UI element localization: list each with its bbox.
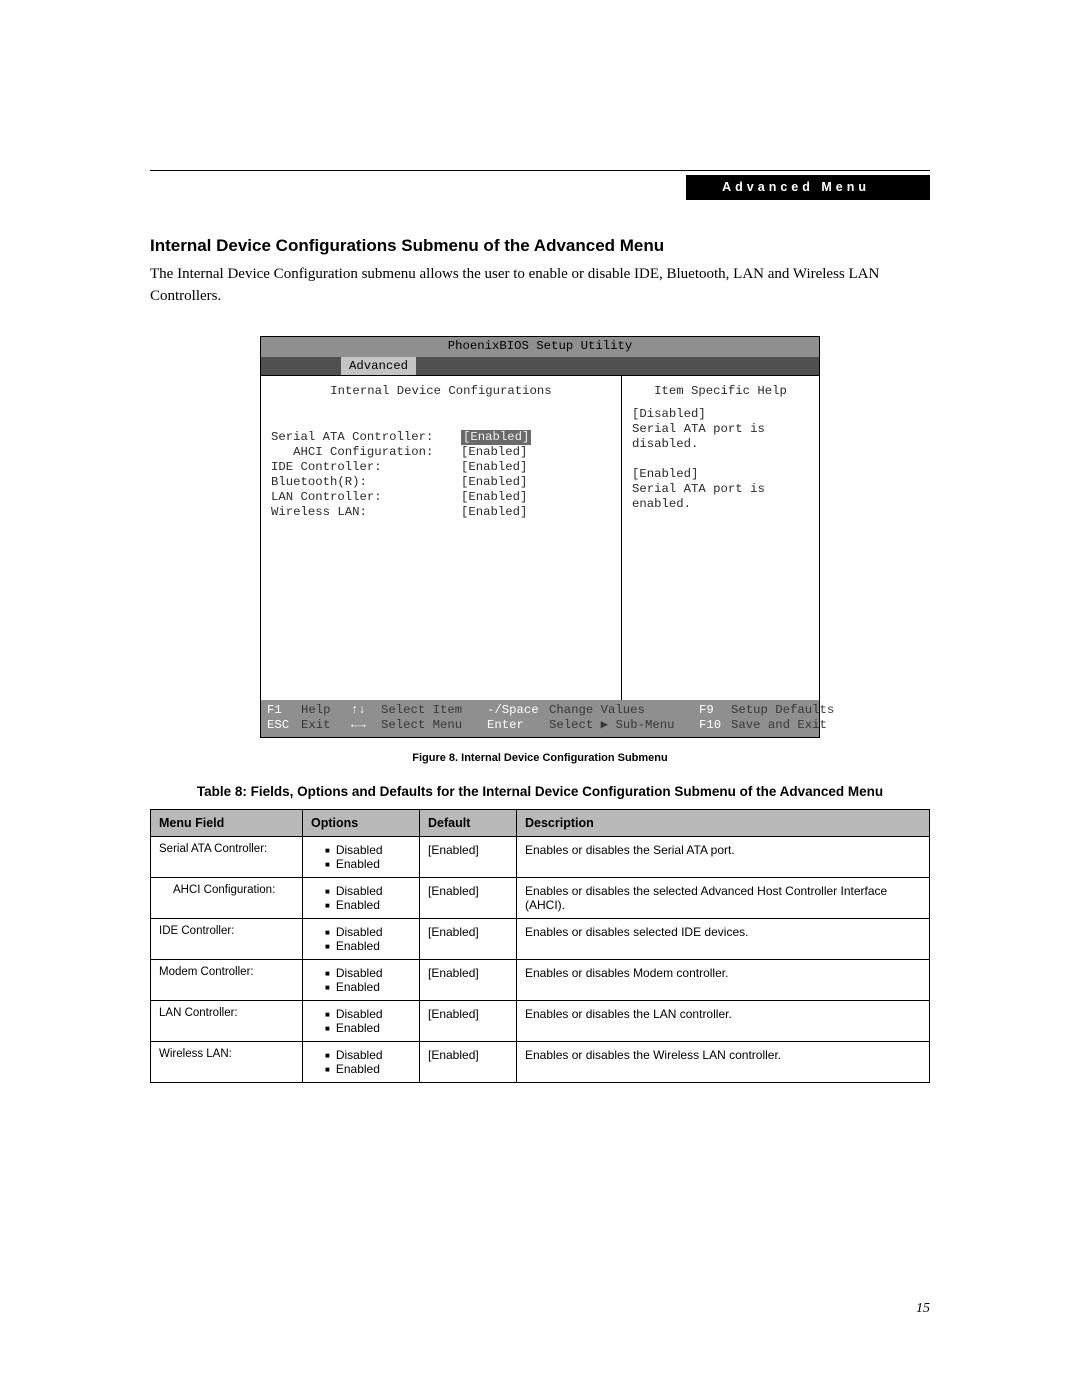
option-item: Enabled: [325, 898, 411, 912]
cell-options: DisabledEnabled: [303, 1041, 420, 1082]
bios-field-line: Wireless LAN:[Enabled]: [271, 505, 611, 520]
table-caption: Table 8: Fields, Options and Defaults fo…: [150, 784, 930, 799]
cell-default: [Enabled]: [420, 1000, 517, 1041]
intro-paragraph: The Internal Device Configuration submen…: [150, 264, 930, 308]
bios-field-line: Bluetooth(R):[Enabled]: [271, 475, 611, 490]
bios-key-esc: ESC: [267, 718, 301, 733]
table-row: Serial ATA Controller:DisabledEnabled[En…: [151, 836, 930, 877]
bios-title: PhoenixBIOS Setup Utility: [261, 337, 819, 357]
bios-field-line: Serial ATA Controller:[Enabled]: [271, 430, 611, 445]
cell-default: [Enabled]: [420, 836, 517, 877]
cell-description: Enables or disables Modem controller.: [517, 959, 930, 1000]
figure-caption: Figure 8. Internal Device Configuration …: [150, 752, 930, 764]
section-bar: Advanced Menu: [686, 175, 930, 200]
option-item: Enabled: [325, 939, 411, 953]
bios-field-line: AHCI Configuration:[Enabled]: [271, 445, 611, 460]
bios-key-leftright: ←→: [351, 718, 381, 733]
bios-tab-advanced: Advanced: [341, 357, 416, 375]
option-item: Disabled: [325, 884, 411, 898]
bios-help-text: [Disabled] Serial ATA port is disabled. …: [622, 407, 819, 677]
bios-label-select-submenu: Select ▶ Sub-Menu: [549, 718, 699, 733]
table-row: IDE Controller:DisabledEnabled[Enabled]E…: [151, 918, 930, 959]
bios-right-header: Item Specific Help: [622, 376, 819, 407]
th-description: Description: [517, 809, 930, 836]
bios-key-f1: F1: [267, 703, 301, 718]
table-row: AHCI Configuration:DisabledEnabled[Enabl…: [151, 877, 930, 918]
bios-label-select-item: Select Item: [381, 703, 487, 718]
page-heading: Internal Device Configurations Submenu o…: [150, 236, 930, 256]
bios-left-header: Internal Device Configurations: [261, 376, 621, 408]
cell-default: [Enabled]: [420, 959, 517, 1000]
th-menu-field: Menu Field: [151, 809, 303, 836]
cell-menu-field: AHCI Configuration:: [151, 877, 303, 918]
cell-menu-field: IDE Controller:: [151, 918, 303, 959]
bios-tab-row: Advanced: [261, 357, 819, 375]
cell-menu-field: Serial ATA Controller:: [151, 836, 303, 877]
cell-options: DisabledEnabled: [303, 877, 420, 918]
bios-field-label: LAN Controller:: [271, 490, 461, 505]
bios-right-pane: Item Specific Help [Disabled] Serial ATA…: [622, 375, 819, 700]
option-item: Disabled: [325, 1007, 411, 1021]
bios-field-label: AHCI Configuration:: [271, 445, 461, 460]
cell-menu-field: LAN Controller:: [151, 1000, 303, 1041]
bios-field-label: Wireless LAN:: [271, 505, 461, 520]
bios-label-save-exit: Save and Exit: [731, 718, 827, 732]
option-item: Disabled: [325, 925, 411, 939]
cell-default: [Enabled]: [420, 877, 517, 918]
table-row: LAN Controller:DisabledEnabled[Enabled]E…: [151, 1000, 930, 1041]
cell-description: Enables or disables the Serial ATA port.: [517, 836, 930, 877]
th-default: Default: [420, 809, 517, 836]
bios-field-value: [Enabled]: [461, 445, 527, 460]
bios-field-line: LAN Controller:[Enabled]: [271, 490, 611, 505]
th-options: Options: [303, 809, 420, 836]
bios-field-value: [Enabled]: [461, 430, 531, 445]
bios-label-setup-defaults: Setup Defaults: [731, 703, 834, 717]
option-item: Enabled: [325, 980, 411, 994]
option-item: Enabled: [325, 1021, 411, 1035]
option-item: Enabled: [325, 1062, 411, 1076]
cell-options: DisabledEnabled: [303, 959, 420, 1000]
bios-key-f9: F9: [699, 703, 731, 718]
bios-key-enter: Enter: [487, 718, 549, 733]
cell-default: [Enabled]: [420, 1041, 517, 1082]
bios-key-updown: ↑↓: [351, 703, 381, 718]
bios-field-label: Serial ATA Controller:: [271, 430, 461, 445]
cell-options: DisabledEnabled: [303, 918, 420, 959]
page-number: 15: [916, 1301, 930, 1317]
bios-footer: F1Help ↑↓Select Item -/SpaceChange Value…: [261, 700, 819, 737]
bios-key-f10: F10: [699, 718, 731, 733]
table-row: Modem Controller:DisabledEnabled[Enabled…: [151, 959, 930, 1000]
cell-description: Enables or disables the LAN controller.: [517, 1000, 930, 1041]
bios-label-change-values: Change Values: [549, 703, 699, 718]
bios-key-space: -/Space: [487, 703, 549, 718]
cell-menu-field: Wireless LAN:: [151, 1041, 303, 1082]
cell-description: Enables or disables the Wireless LAN con…: [517, 1041, 930, 1082]
table-row: Wireless LAN:DisabledEnabled[Enabled]Ena…: [151, 1041, 930, 1082]
bios-field-label: IDE Controller:: [271, 460, 461, 475]
option-item: Disabled: [325, 1048, 411, 1062]
bios-field-value: [Enabled]: [461, 505, 527, 520]
bios-label-exit: Exit: [301, 718, 351, 733]
option-item: Enabled: [325, 857, 411, 871]
cell-description: Enables or disables the selected Advance…: [517, 877, 930, 918]
bios-field-line: IDE Controller:[Enabled]: [271, 460, 611, 475]
bios-field-label: Bluetooth(R):: [271, 475, 461, 490]
bios-left-pane: Internal Device Configurations Serial AT…: [261, 375, 622, 700]
bios-field-value: [Enabled]: [461, 475, 527, 490]
cell-description: Enables or disables selected IDE devices…: [517, 918, 930, 959]
cell-options: DisabledEnabled: [303, 1000, 420, 1041]
bios-screenshot: PhoenixBIOS Setup Utility Advanced Inter…: [260, 336, 820, 738]
bios-field-value: [Enabled]: [461, 490, 527, 505]
cell-menu-field: Modem Controller:: [151, 959, 303, 1000]
option-item: Disabled: [325, 843, 411, 857]
cell-default: [Enabled]: [420, 918, 517, 959]
bios-label-select-menu: Select Menu: [381, 718, 487, 733]
cell-options: DisabledEnabled: [303, 836, 420, 877]
options-table: Menu Field Options Default Description S…: [150, 809, 930, 1083]
bios-label-help: Help: [301, 703, 351, 718]
option-item: Disabled: [325, 966, 411, 980]
bios-field-value: [Enabled]: [461, 460, 527, 475]
